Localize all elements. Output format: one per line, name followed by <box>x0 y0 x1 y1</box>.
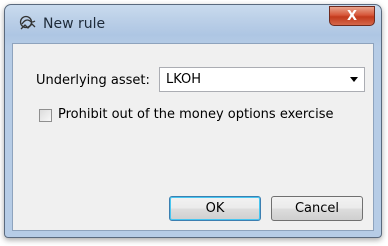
prohibit-otm-exercise-checkbox[interactable] <box>39 109 52 122</box>
underlying-asset-label: Underlying asset: <box>36 73 150 88</box>
close-button[interactable]: X <box>329 6 375 26</box>
rule-icon <box>19 15 37 31</box>
underlying-asset-value: LKOH <box>166 72 202 87</box>
close-icon: X <box>346 8 358 24</box>
underlying-asset-select[interactable]: LKOH <box>159 67 365 92</box>
cancel-button[interactable]: Cancel <box>271 196 363 221</box>
chevron-down-icon[interactable] <box>350 77 358 82</box>
prohibit-otm-exercise-label[interactable]: Prohibit out of the money options exerci… <box>58 107 333 122</box>
ok-button[interactable]: OK <box>169 196 261 221</box>
new-rule-dialog: New rule X Underlying asset: LKOH Prohib… <box>4 4 382 238</box>
dialog-body: Underlying asset: LKOH Prohibit out of t… <box>12 43 374 231</box>
title-bar: New rule X <box>5 5 381 41</box>
window-title: New rule <box>43 16 106 32</box>
